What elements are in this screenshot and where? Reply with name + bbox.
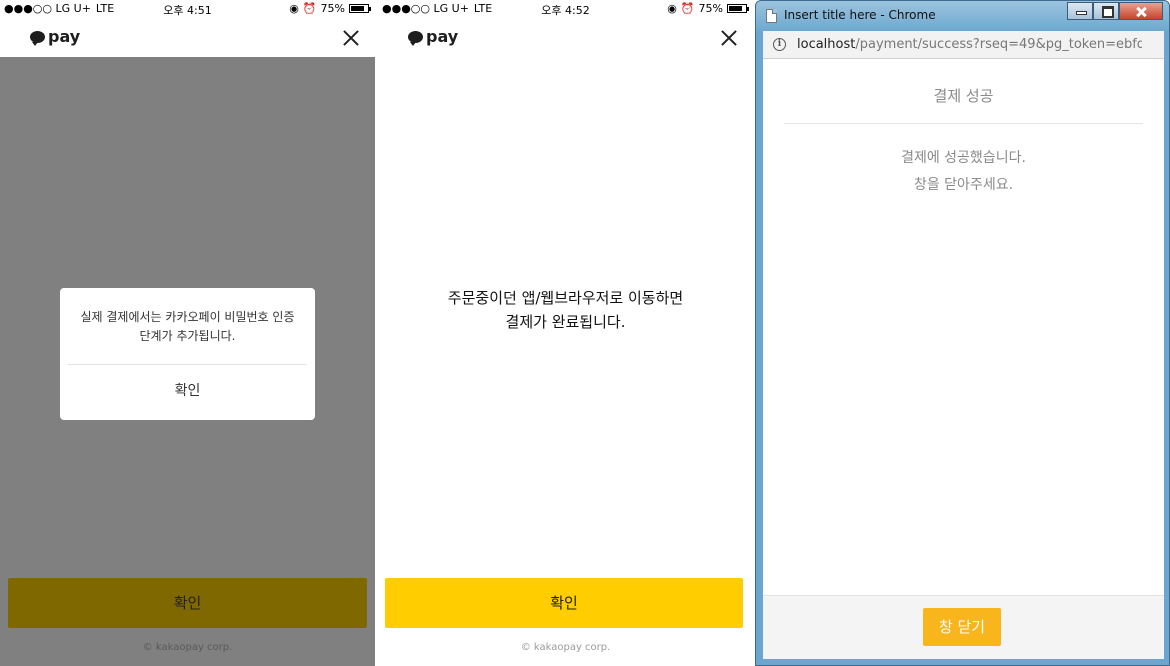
app-header: pay [378,18,753,57]
battery-percent: 75% [698,2,723,15]
speech-bubble-icon [408,30,423,46]
url-path: /payment/success?rseq=49&pg_token=ebfd..… [855,37,1142,52]
page-icon [766,9,777,23]
page-footer: 창 닫기 [763,595,1164,659]
url-host: localhost [797,37,856,52]
copyright: © kakaopay corp. [142,642,233,653]
app-header: pay [0,18,375,57]
kakaopay-screen-complete: ●●●○○ LG U+ LTE 오후 4:52 ◉ ⏰ 75% pay 주문중이… [378,0,753,666]
url-text[interactable]: localhost/payment/success?rseq=49&pg_tok… [797,37,1142,52]
completion-message: 주문중이던 앱/웹브라우저로 이동하면 결제가 완료됩니다. [447,289,684,331]
title-divider [784,123,1143,124]
window-titlebar: Insert title here - Chrome [756,1,1169,31]
chrome-window: Insert title here - Chrome i localhost/p… [755,0,1170,666]
kakaopay-logo: pay [408,27,458,46]
close-window-button[interactable]: 창 닫기 [923,608,1001,646]
maximize-button[interactable] [1093,2,1119,20]
minimize-button[interactable] [1067,2,1093,20]
battery-percent: 75% [320,2,345,15]
kakaopay-logo: pay [30,27,80,46]
kakaopay-screen-dialog: ●●●○○ LG U+ LTE 오후 4:51 ◉ ⏰ 75% pay 실제 결… [0,0,375,666]
page-title: 결제 성공 [933,87,994,105]
battery-fill [351,6,364,11]
copyright: © kakaopay corp. [520,642,611,653]
alarm-icon: ⏰ [302,2,317,15]
close-icon[interactable] [717,26,741,50]
speech-bubble-icon [30,30,45,46]
success-message: 결제에 성공했습니다. 창을 닫아주세요. [901,150,1026,193]
page-content: 결제 성공 결제에 성공했습니다. 창을 닫아주세요. 창 닫기 [763,59,1164,659]
dialog-ok-button[interactable]: 확인 [60,365,315,417]
confirm-button[interactable]: 확인 [385,578,743,628]
confirm-button[interactable]: 확인 [8,578,367,628]
window-title: Insert title here - Chrome [784,8,936,22]
info-icon[interactable]: i [773,38,786,51]
status-bar: ●●●○○ LG U+ LTE 오후 4:51 ◉ ⏰ 75% [0,0,375,18]
address-bar[interactable]: i localhost/payment/success?rseq=49&pg_t… [763,31,1164,59]
close-icon[interactable] [339,26,363,50]
lock-rotation-icon: ◉ [667,2,677,15]
close-window-x-button[interactable] [1119,2,1163,20]
logo-text: pay [426,27,459,46]
battery-icon [727,4,749,13]
alert-dialog: 실제 결제에서는 카카오페이 비밀번호 인증 단계가 추가됩니다. 확인 [60,288,315,420]
logo-text: pay [48,27,81,46]
alarm-icon: ⏰ [680,2,695,15]
lock-rotation-icon: ◉ [289,2,299,15]
battery-icon [349,4,371,13]
battery-fill [729,6,742,11]
status-bar: ●●●○○ LG U+ LTE 오후 4:52 ◉ ⏰ 75% [378,0,753,18]
dialog-message: 실제 결제에서는 카카오페이 비밀번호 인증 단계가 추가됩니다. [80,310,295,343]
